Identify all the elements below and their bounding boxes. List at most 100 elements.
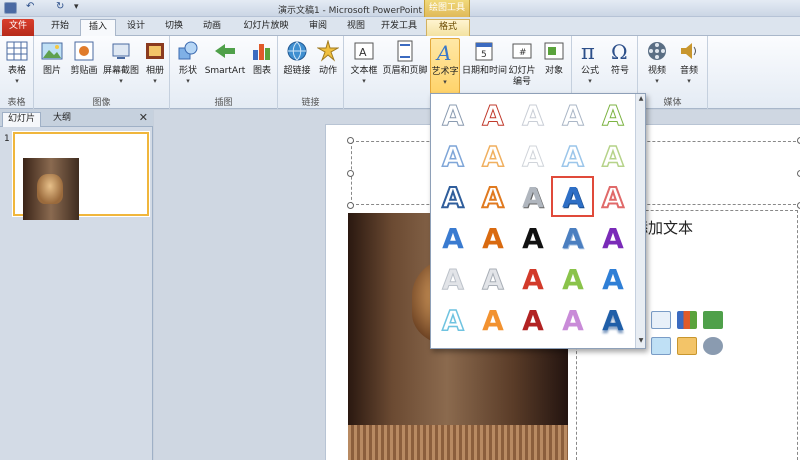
- insert-media-icon[interactable]: [703, 337, 723, 355]
- wordart-style-option[interactable]: A: [553, 96, 593, 136]
- wordart-style-option[interactable]: A: [593, 96, 633, 136]
- wordart-style-option[interactable]: A: [513, 96, 553, 136]
- symbol-label: 符号: [610, 66, 629, 76]
- hyperlink-label: 超链接: [283, 66, 311, 76]
- picture-button[interactable]: 图片: [38, 38, 66, 94]
- album-button[interactable]: 相册 ▾: [142, 38, 168, 94]
- calendar-icon: 5: [475, 42, 493, 61]
- insert-clipart-icon[interactable]: [677, 337, 697, 355]
- wordart-style-option[interactable]: A: [513, 260, 553, 300]
- textbox-icon: A: [354, 42, 374, 60]
- wordart-style-option[interactable]: A: [433, 260, 473, 300]
- shapes-label: 形状: [178, 66, 197, 76]
- tab-slideshow[interactable]: 幻灯片放映: [234, 19, 298, 36]
- insert-table-icon[interactable]: [651, 311, 671, 329]
- tab-format[interactable]: 格式: [426, 19, 470, 36]
- wordart-style-option[interactable]: A: [433, 137, 473, 177]
- insert-chart-icon[interactable]: [677, 311, 697, 329]
- wordart-style-option[interactable]: A: [553, 219, 593, 259]
- wordart-style-option[interactable]: A: [513, 301, 553, 341]
- wordart-style-option[interactable]: A: [473, 219, 513, 259]
- insert-smartart-icon[interactable]: [703, 311, 723, 329]
- slide-thumbnail[interactable]: [13, 132, 149, 220]
- tab-design[interactable]: 设计: [118, 19, 154, 36]
- picture-label: 图片: [42, 66, 61, 76]
- tab-animations[interactable]: 动画: [194, 19, 230, 36]
- screenshot-icon: [112, 43, 130, 59]
- table-icon: [6, 41, 28, 61]
- tab-home[interactable]: 开始: [42, 19, 78, 36]
- resize-handle[interactable]: [347, 202, 354, 209]
- wordart-style-option[interactable]: A: [593, 260, 633, 300]
- smartart-label: SmartArt: [204, 66, 246, 76]
- wordart-style-option[interactable]: A: [553, 260, 593, 300]
- tab-slides[interactable]: 幻灯片: [2, 112, 42, 127]
- resize-handle[interactable]: [347, 137, 354, 144]
- action-button[interactable]: 动作: [314, 38, 342, 94]
- close-icon[interactable]: ✕: [139, 111, 148, 124]
- ribbon-tabs: 文件 开始 插入 设计 切换 动画 幻灯片放映 审阅 视图 开发工具 格式: [0, 17, 800, 37]
- screenshot-button[interactable]: 屏幕截图 ▾: [102, 38, 140, 94]
- tab-view[interactable]: 视图: [338, 19, 374, 36]
- wordart-style-option[interactable]: A: [473, 260, 513, 300]
- wordart-style-option[interactable]: A: [553, 301, 593, 341]
- wordart-style-option[interactable]: A: [593, 219, 633, 259]
- wordart-style-option[interactable]: A: [433, 178, 473, 218]
- tab-review[interactable]: 审阅: [300, 19, 336, 36]
- wordart-style-option[interactable]: A: [433, 96, 473, 136]
- tab-insert[interactable]: 插入: [80, 19, 116, 37]
- tab-developer[interactable]: 开发工具: [376, 19, 422, 36]
- smartart-button[interactable]: SmartArt: [204, 38, 246, 94]
- wordart-style-option[interactable]: A: [593, 301, 633, 341]
- wordart-style-option[interactable]: A: [513, 178, 553, 218]
- wordart-style-option[interactable]: A: [473, 96, 513, 136]
- wordart-style-option[interactable]: A: [433, 301, 473, 341]
- clipart-button[interactable]: 剪贴画: [68, 38, 100, 94]
- scroll-down-arrow[interactable]: ▼: [636, 336, 646, 346]
- hyperlink-button[interactable]: 超链接: [282, 38, 312, 94]
- wordart-style-option[interactable]: A: [593, 137, 633, 177]
- chevron-down-icon: ▾: [186, 77, 190, 85]
- tab-outline[interactable]: 大纲: [48, 112, 76, 127]
- wordart-style-option[interactable]: A: [553, 137, 593, 177]
- slide-number-label: 幻灯片 编号: [508, 66, 536, 87]
- wordart-style-option[interactable]: A: [473, 178, 513, 218]
- group-links: 超链接 动作 链接: [278, 36, 344, 109]
- chevron-down-icon: ▾: [588, 77, 592, 85]
- gallery-scrollbar[interactable]: ▲ ▼: [635, 94, 645, 348]
- action-label: 动作: [318, 66, 337, 76]
- thumbnail-dog: [37, 174, 63, 204]
- chart-icon: [253, 44, 270, 60]
- slide-number-button[interactable]: # 幻灯片 编号: [506, 38, 538, 94]
- wordart-style-option[interactable]: A: [473, 301, 513, 341]
- textbox-button[interactable]: A 文本框 ▾: [348, 38, 380, 94]
- wordart-style-option[interactable]: A: [513, 219, 553, 259]
- wordart-button[interactable]: A 艺术字 ▾: [430, 38, 460, 94]
- tab-transitions[interactable]: 切换: [156, 19, 192, 36]
- svg-text:A: A: [435, 41, 451, 63]
- tab-file[interactable]: 文件: [2, 19, 34, 36]
- textbox-label: 文本框: [350, 66, 378, 76]
- table-button[interactable]: 表格 ▾: [3, 38, 31, 94]
- audio-label: 音频: [679, 66, 698, 76]
- audio-button[interactable]: 音频 ▾: [674, 38, 704, 94]
- wordart-style-option[interactable]: A: [433, 219, 473, 259]
- date-time-button[interactable]: 5 日期和时间: [462, 38, 507, 94]
- svg-text:A: A: [359, 46, 367, 59]
- shapes-button[interactable]: 形状 ▾: [174, 38, 202, 94]
- album-icon: [146, 43, 164, 59]
- wordart-style-option[interactable]: A: [473, 137, 513, 177]
- pi-icon: π: [581, 40, 595, 62]
- wordart-style-option[interactable]: A: [593, 178, 633, 218]
- video-button[interactable]: 视频 ▾: [642, 38, 672, 94]
- scroll-up-arrow[interactable]: ▲: [636, 94, 646, 104]
- wordart-style-option[interactable]: A: [513, 137, 553, 177]
- header-footer-button[interactable]: 页眉和页脚: [382, 38, 428, 94]
- equation-button[interactable]: π 公式 ▾: [576, 38, 604, 94]
- object-button[interactable]: 对象: [540, 38, 568, 94]
- group-label: 链接: [301, 98, 320, 108]
- chart-button[interactable]: 图表: [248, 38, 276, 94]
- resize-handle[interactable]: [347, 170, 354, 177]
- insert-picture-icon[interactable]: [651, 337, 671, 355]
- symbol-button[interactable]: Ω 符号: [606, 38, 634, 94]
